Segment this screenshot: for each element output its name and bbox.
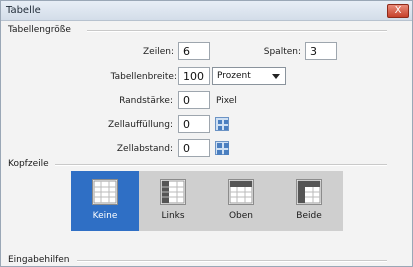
table-left-header-icon xyxy=(160,179,186,205)
header-option-left[interactable]: Links xyxy=(139,171,207,231)
width-label: Tabellenbreite: xyxy=(110,72,177,82)
cell-padding-icon xyxy=(215,117,229,131)
dialog-content: Tabellengröße Zeilen: Spalten: Tabellenb… xyxy=(1,21,412,266)
header-option-both[interactable]: Beide xyxy=(275,171,343,231)
section-title-accessibility: Eingabehilfen xyxy=(8,255,70,265)
header-option-label: Beide xyxy=(296,211,322,221)
section-divider xyxy=(55,164,387,166)
header-option-top[interactable]: Oben xyxy=(207,171,275,231)
cols-label: Spalten: xyxy=(263,47,301,57)
section-title-size: Tabellengröße xyxy=(8,25,71,35)
title-bar[interactable]: Tabelle X xyxy=(1,1,412,21)
section-title-header: Kopfzeile xyxy=(8,159,49,169)
padding-input[interactable] xyxy=(178,115,210,133)
close-button[interactable]: X xyxy=(387,4,409,18)
table-dialog: Tabelle X Tabellengröße Zeilen: Spalten:… xyxy=(0,0,413,267)
spacing-input[interactable] xyxy=(178,139,210,157)
padding-label: Zellauffüllung: xyxy=(108,120,173,130)
width-input[interactable] xyxy=(178,67,210,85)
close-icon: X xyxy=(394,5,402,16)
width-unit-value: Prozent xyxy=(217,71,251,81)
spacing-label: Zellabstand: xyxy=(116,144,173,154)
width-unit-select[interactable]: Prozent xyxy=(212,67,286,85)
rows-input[interactable] xyxy=(178,42,210,60)
table-both-header-icon xyxy=(296,179,322,205)
table-top-header-icon xyxy=(228,179,254,205)
table-no-header-icon xyxy=(92,179,118,205)
window-title: Tabelle xyxy=(6,5,41,16)
section-divider xyxy=(87,30,387,32)
border-unit: Pixel xyxy=(216,96,237,106)
header-option-label: Keine xyxy=(92,211,118,221)
header-option-label: Links xyxy=(161,211,185,221)
rows-label: Zeilen: xyxy=(143,47,174,57)
border-label: Randstärke: xyxy=(119,96,173,106)
header-options: Keine Links Oben Beide xyxy=(71,171,343,231)
cell-spacing-icon xyxy=(215,141,229,155)
header-option-label: Oben xyxy=(228,211,254,221)
cols-input[interactable] xyxy=(305,42,337,60)
header-option-none[interactable]: Keine xyxy=(71,171,139,231)
chevron-down-icon xyxy=(272,74,280,79)
section-divider xyxy=(77,260,387,262)
border-input[interactable] xyxy=(178,91,210,109)
